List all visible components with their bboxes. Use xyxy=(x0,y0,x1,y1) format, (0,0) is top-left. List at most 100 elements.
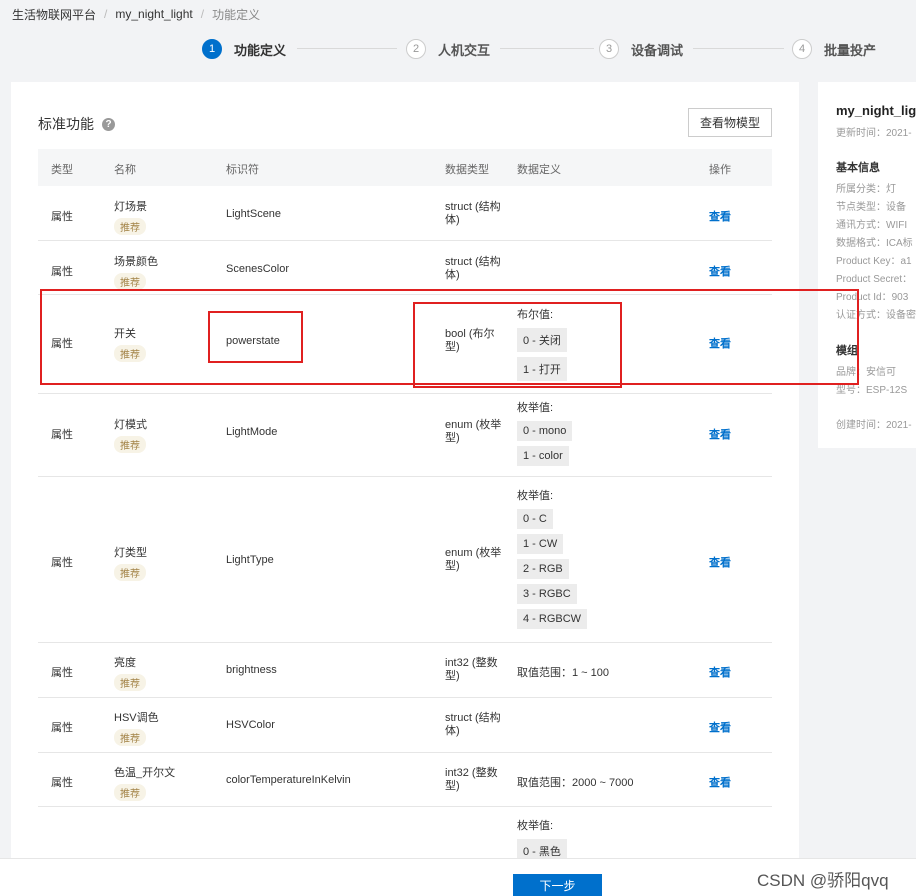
breadcrumb: 生活物联网平台 / my_night_light / 功能定义 xyxy=(12,6,260,22)
cell-data-type: struct (结构体) xyxy=(445,712,501,737)
cell-identifier: LightMode xyxy=(226,426,278,438)
view-model-button[interactable]: 查看物模型 xyxy=(688,108,772,137)
info-line: 所属分类：灯 xyxy=(836,184,896,195)
definition-label: 枚举值: xyxy=(517,820,554,832)
step-3: 3 设备调试 xyxy=(599,37,683,61)
view-link[interactable]: 查看 xyxy=(709,263,731,279)
info-line: Product Key：a1 xyxy=(836,256,912,267)
breadcrumb-separator: / xyxy=(104,7,108,21)
definition-label: 枚举值: xyxy=(517,490,554,502)
step-label: 功能定义 xyxy=(234,42,287,58)
definition-label: 枚举值: xyxy=(517,402,554,414)
cell-data-type: enum (枚举型) xyxy=(445,547,502,572)
standard-functions-panel: 标准功能 ? 查看物模型 类型 名称 标识符 数据类型 数据定义 操作 属性 灯… xyxy=(11,82,799,896)
step-number: 4 xyxy=(792,39,812,59)
recommended-badge: 推荐 xyxy=(114,674,146,691)
product-info-card: my_night_light 更新时间：2021- 基本信息 所属分类：灯 节点… xyxy=(818,82,916,448)
breadcrumb-product[interactable]: my_night_light xyxy=(115,7,192,21)
cell-identifier: ScenesColor xyxy=(226,263,289,275)
recommended-badge: 推荐 xyxy=(114,564,146,581)
panel-title: 标准功能 xyxy=(38,116,94,132)
step-label: 批量投产 xyxy=(824,42,877,58)
cell-data-type: int32 (整数型) xyxy=(445,767,498,792)
cell-data-type: struct (结构体) xyxy=(445,201,501,226)
step-connector xyxy=(500,48,594,49)
step-number: 1 xyxy=(202,39,222,59)
functions-table: 类型 名称 标识符 数据类型 数据定义 操作 属性 灯场景 推荐 LightSc… xyxy=(38,149,772,887)
cell-data-type: struct (结构体) xyxy=(445,256,501,281)
cell-identifier: LightScene xyxy=(226,208,282,220)
function-name: 灯场景 xyxy=(114,201,147,213)
cell-data-type: enum (枚举型) xyxy=(445,419,502,444)
breadcrumb-platform[interactable]: 生活物联网平台 xyxy=(12,6,96,23)
function-name: 灯模式 xyxy=(114,419,147,431)
header-type: 类型 xyxy=(51,164,73,176)
recommended-badge: 推荐 xyxy=(114,729,146,746)
value-chip: 1 - CW xyxy=(517,534,564,554)
view-link[interactable]: 查看 xyxy=(709,719,731,735)
value-chip: 2 - RGB xyxy=(517,559,569,579)
table-row: 属性 灯类型 推荐 LightType enum (枚举型) 枚举值: 0 - … xyxy=(38,477,772,643)
table-row: 属性 HSV调色 推荐 HSVColor struct (结构体) 查看 xyxy=(38,698,772,753)
step-label: 人机交互 xyxy=(438,42,491,58)
cell-type: 属性 xyxy=(51,211,73,223)
recommended-badge: 推荐 xyxy=(114,784,146,801)
view-link[interactable]: 查看 xyxy=(709,426,731,442)
info-line: 数据格式：ICA标 xyxy=(836,238,913,249)
table-header: 类型 名称 标识符 数据类型 数据定义 操作 xyxy=(38,149,772,186)
step-progress: 1 功能定义 2 人机交互 3 设备调试 4 批量投产 xyxy=(202,37,902,61)
table-row: 属性 灯场景 推荐 LightScene struct (结构体) 查看 xyxy=(38,186,772,241)
next-step-button[interactable]: 下一步 xyxy=(513,874,602,896)
view-link[interactable]: 查看 xyxy=(709,774,731,790)
table-row: 属性 色温_开尔文 推荐 colorTemperatureInKelvin in… xyxy=(38,753,772,807)
cell-type: 属性 xyxy=(51,429,73,441)
info-line: Product Secret： xyxy=(836,274,913,285)
recommended-badge: 推荐 xyxy=(114,436,146,453)
value-chip: 4 - RGBCW xyxy=(517,609,588,629)
function-name: HSV调色 xyxy=(114,712,159,724)
breadcrumb-current: 功能定义 xyxy=(212,7,261,22)
recommended-badge: 推荐 xyxy=(114,218,146,235)
cell-definition: 取值范围：1 ~ 100 xyxy=(517,664,609,686)
info-line: 节点类型：设备 xyxy=(836,202,906,213)
cell-type: 属性 xyxy=(51,667,73,679)
basic-info-heading: 基本信息 xyxy=(836,162,880,174)
cell-name: 灯模式 推荐 xyxy=(114,416,147,453)
help-icon[interactable]: ? xyxy=(102,117,115,131)
cell-identifier: HSVColor xyxy=(226,719,275,731)
function-name: 灯类型 xyxy=(114,547,147,559)
cell-name: HSV调色 推荐 xyxy=(114,709,159,746)
definition-label: 取值范围：1 ~ 100 xyxy=(517,667,610,679)
cell-identifier: brightness xyxy=(226,664,277,676)
value-chip: 1 - color xyxy=(517,446,569,466)
cell-type: 属性 xyxy=(51,266,73,278)
value-chip: 0 - mono xyxy=(517,421,573,441)
step-2: 2 人机交互 xyxy=(406,37,490,61)
cell-name: 色温_开尔文 推荐 xyxy=(114,764,175,801)
product-name: my_night_light xyxy=(836,103,916,118)
header-definition: 数据定义 xyxy=(517,164,561,176)
step-connector xyxy=(693,48,784,49)
cell-type: 属性 xyxy=(51,557,73,569)
table-row: 属性 灯模式 推荐 LightMode enum (枚举型) 枚举值: 0 - … xyxy=(38,394,772,477)
value-chip: 0 - C xyxy=(517,509,553,529)
step-4: 4 批量投产 xyxy=(792,37,876,61)
cell-definition: 取值范围：2000 ~ 7000 xyxy=(517,774,633,796)
watermark: CSDN @骄阳qvq xyxy=(757,871,889,890)
header-identifier: 标识符 xyxy=(226,164,259,176)
view-link[interactable]: 查看 xyxy=(709,664,731,680)
cell-data-type: int32 (整数型) xyxy=(445,657,498,682)
panel-header: 标准功能 ? xyxy=(38,114,115,134)
cell-identifier: colorTemperatureInKelvin xyxy=(226,774,351,786)
updated-time: 更新时间：2021- xyxy=(836,128,912,139)
view-link[interactable]: 查看 xyxy=(709,554,731,570)
table-row: 属性 场景颜色 推荐 ScenesColor struct (结构体) 查看 xyxy=(38,241,772,295)
function-name: 色温_开尔文 xyxy=(114,767,176,779)
view-link[interactable]: 查看 xyxy=(709,208,731,224)
cell-type: 属性 xyxy=(51,777,73,789)
cell-definition: 枚举值: 0 - mono 1 - color xyxy=(517,399,573,471)
function-name: 场景颜色 xyxy=(114,256,158,268)
recommended-badge: 推荐 xyxy=(114,273,146,290)
cell-identifier: LightType xyxy=(226,554,274,566)
step-label: 设备调试 xyxy=(631,42,684,58)
